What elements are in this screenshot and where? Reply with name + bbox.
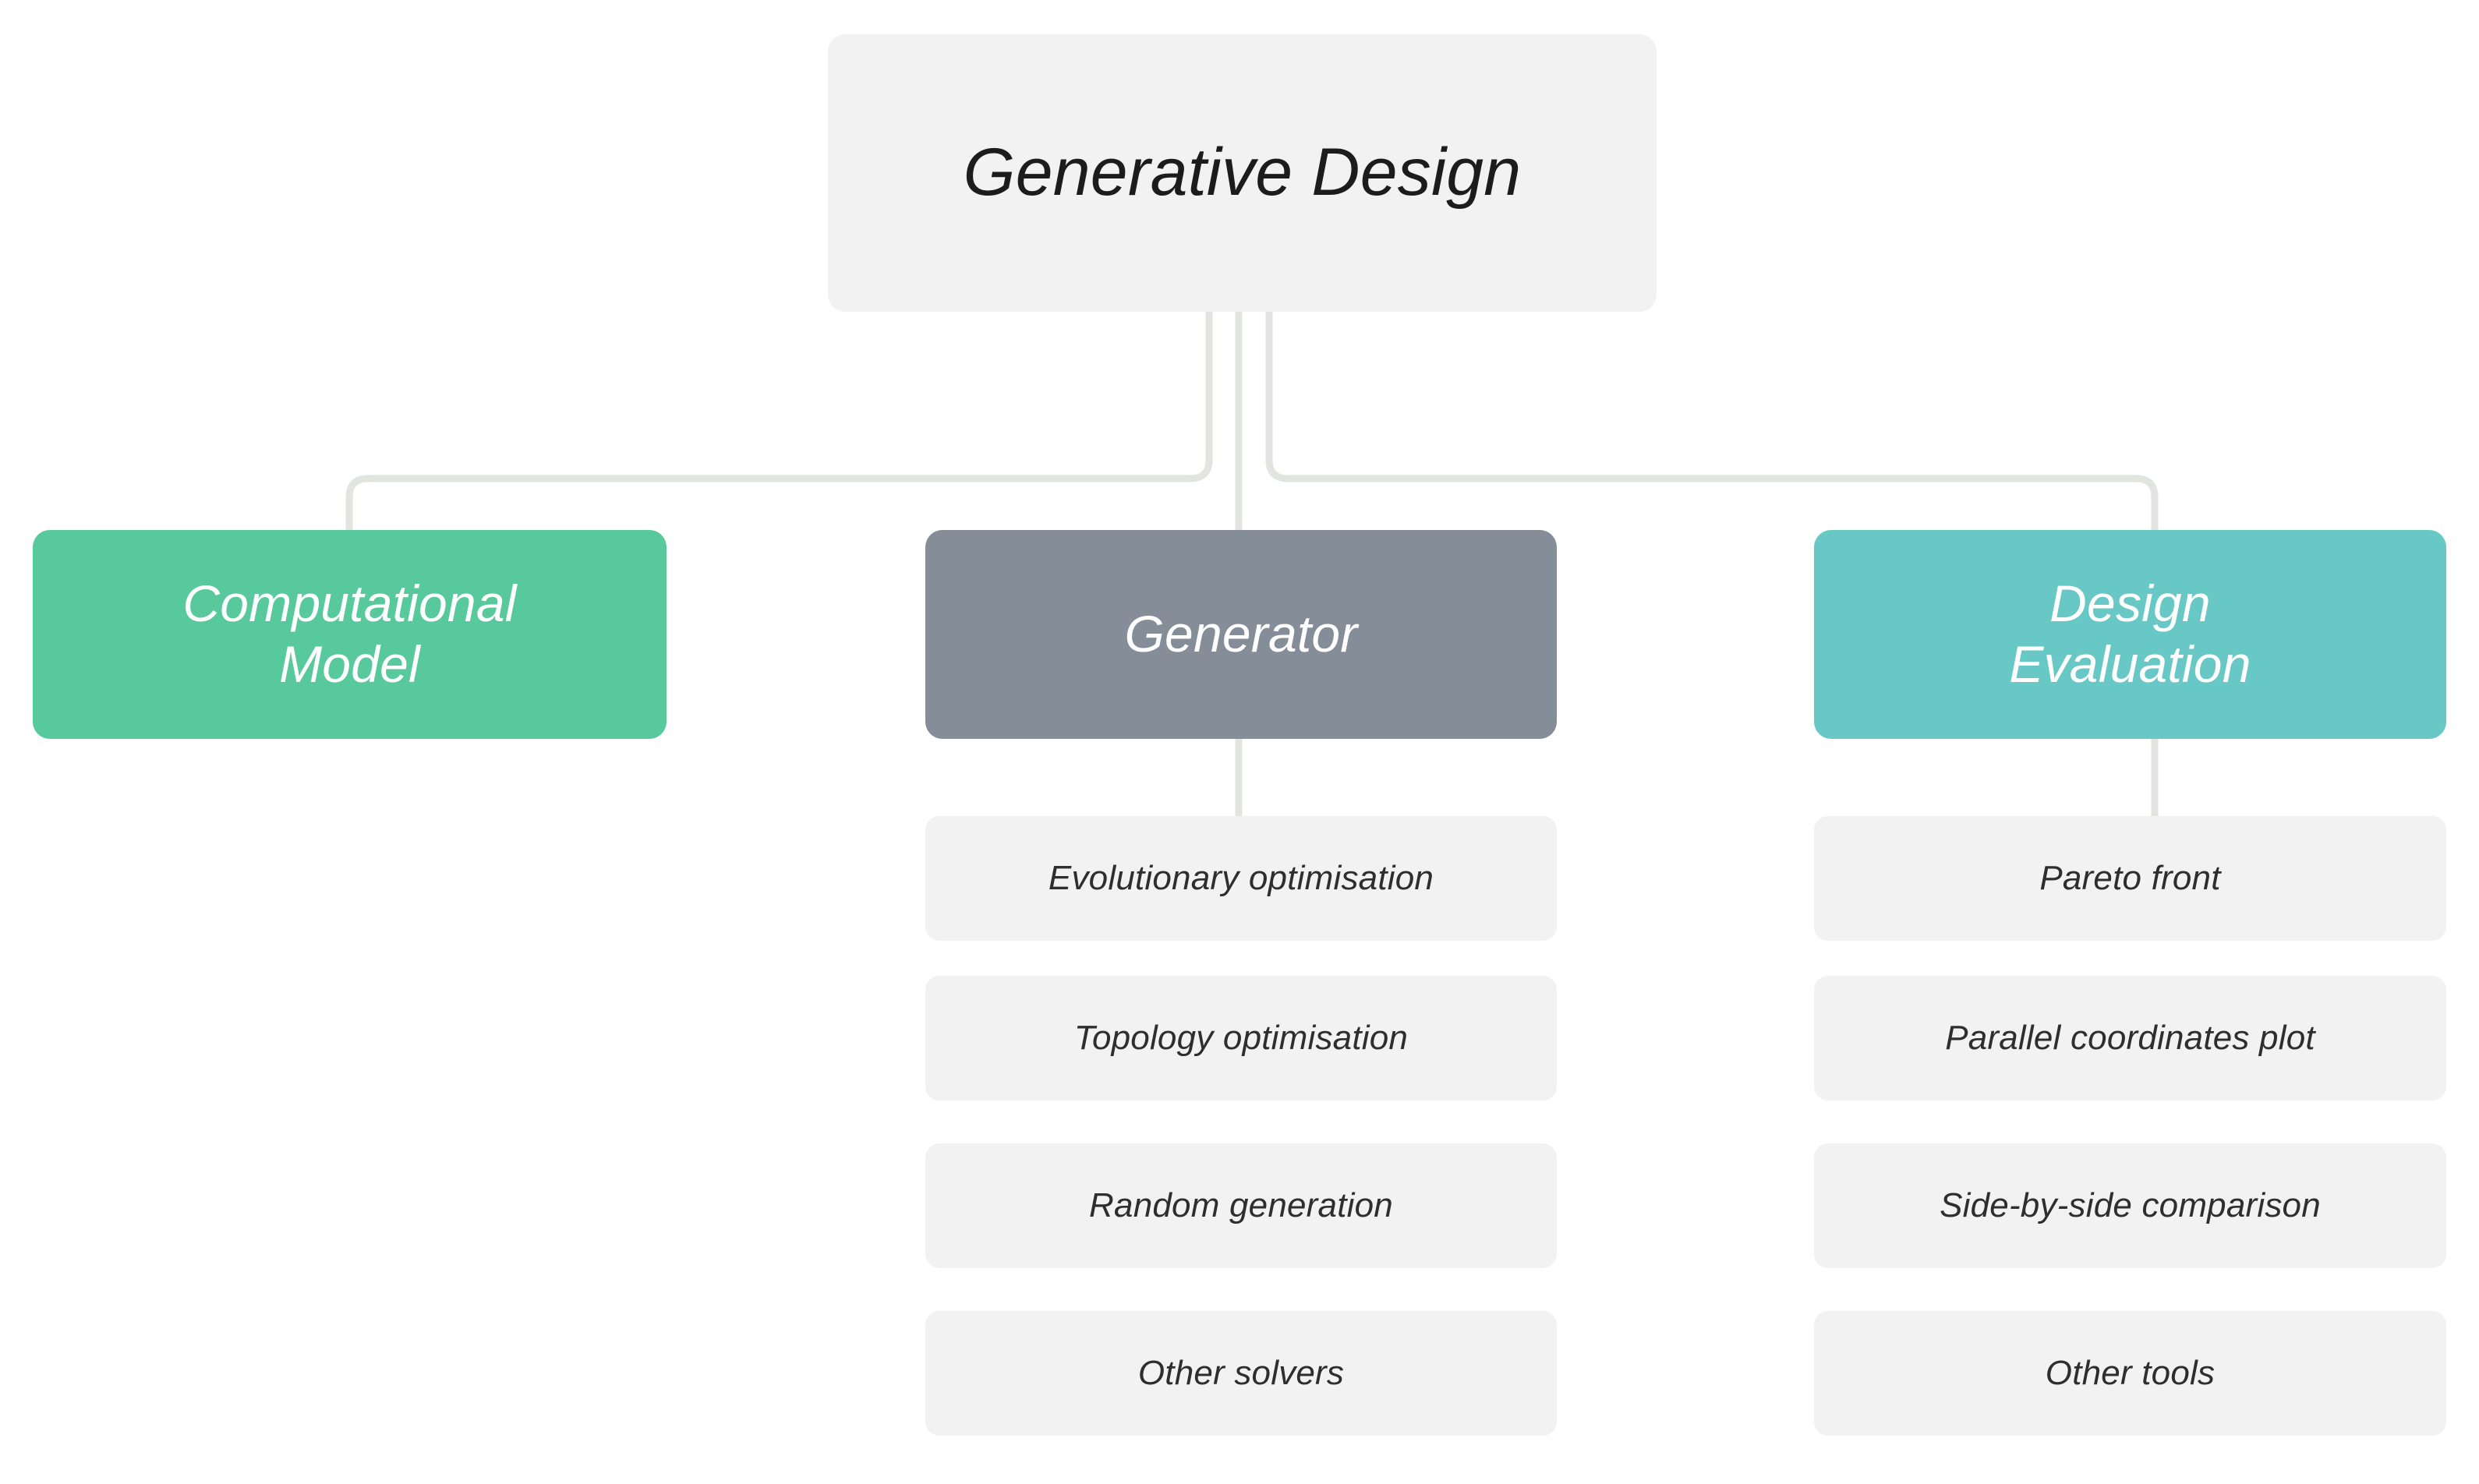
- leaf-node[interactable]: Pareto front: [1814, 816, 2446, 941]
- leaf-node[interactable]: Topology optimisation: [925, 976, 1557, 1101]
- leaf-node-label: Parallel coordinates plot: [1945, 1019, 2315, 1058]
- leaf-node[interactable]: Parallel coordinates plot: [1814, 976, 2446, 1101]
- root-node-label: Generative Design: [963, 135, 1522, 210]
- leaf-node[interactable]: Other solvers: [925, 1311, 1557, 1436]
- leaf-node-label: Other tools: [2045, 1354, 2216, 1393]
- connector-root-to-computational-model: [345, 308, 1213, 534]
- leaf-node-label: Pareto front: [2039, 859, 2221, 898]
- leaf-node-label: Side-by-side comparison: [1940, 1186, 2321, 1225]
- branch-node-label: Computational Model: [182, 574, 517, 693]
- branch-node-computational-model[interactable]: Computational Model: [33, 530, 667, 739]
- leaf-node-label: Other solvers: [1137, 1354, 1345, 1393]
- leaf-node[interactable]: Evolutionary optimisation: [925, 816, 1557, 941]
- branch-node-label: Design Evaluation: [2009, 574, 2251, 693]
- leaf-node[interactable]: Random generation: [925, 1143, 1557, 1268]
- leaf-node[interactable]: Side-by-side comparison: [1814, 1143, 2446, 1268]
- leaf-node-label: Topology optimisation: [1073, 1019, 1409, 1058]
- leaf-node-label: Evolutionary optimisation: [1048, 859, 1434, 898]
- diagram-canvas: Generative Design Computational Model Ge…: [0, 0, 2479, 1484]
- root-node-generative-design[interactable]: Generative Design: [828, 34, 1657, 312]
- leaf-node[interactable]: Other tools: [1814, 1311, 2446, 1436]
- branch-node-generator[interactable]: Generator: [925, 530, 1557, 739]
- connector-root-to-design-evaluation: [1265, 308, 2159, 534]
- leaf-node-label: Random generation: [1089, 1186, 1393, 1225]
- branch-node-label: Generator: [1124, 605, 1358, 663]
- branch-node-design-evaluation[interactable]: Design Evaluation: [1814, 530, 2446, 739]
